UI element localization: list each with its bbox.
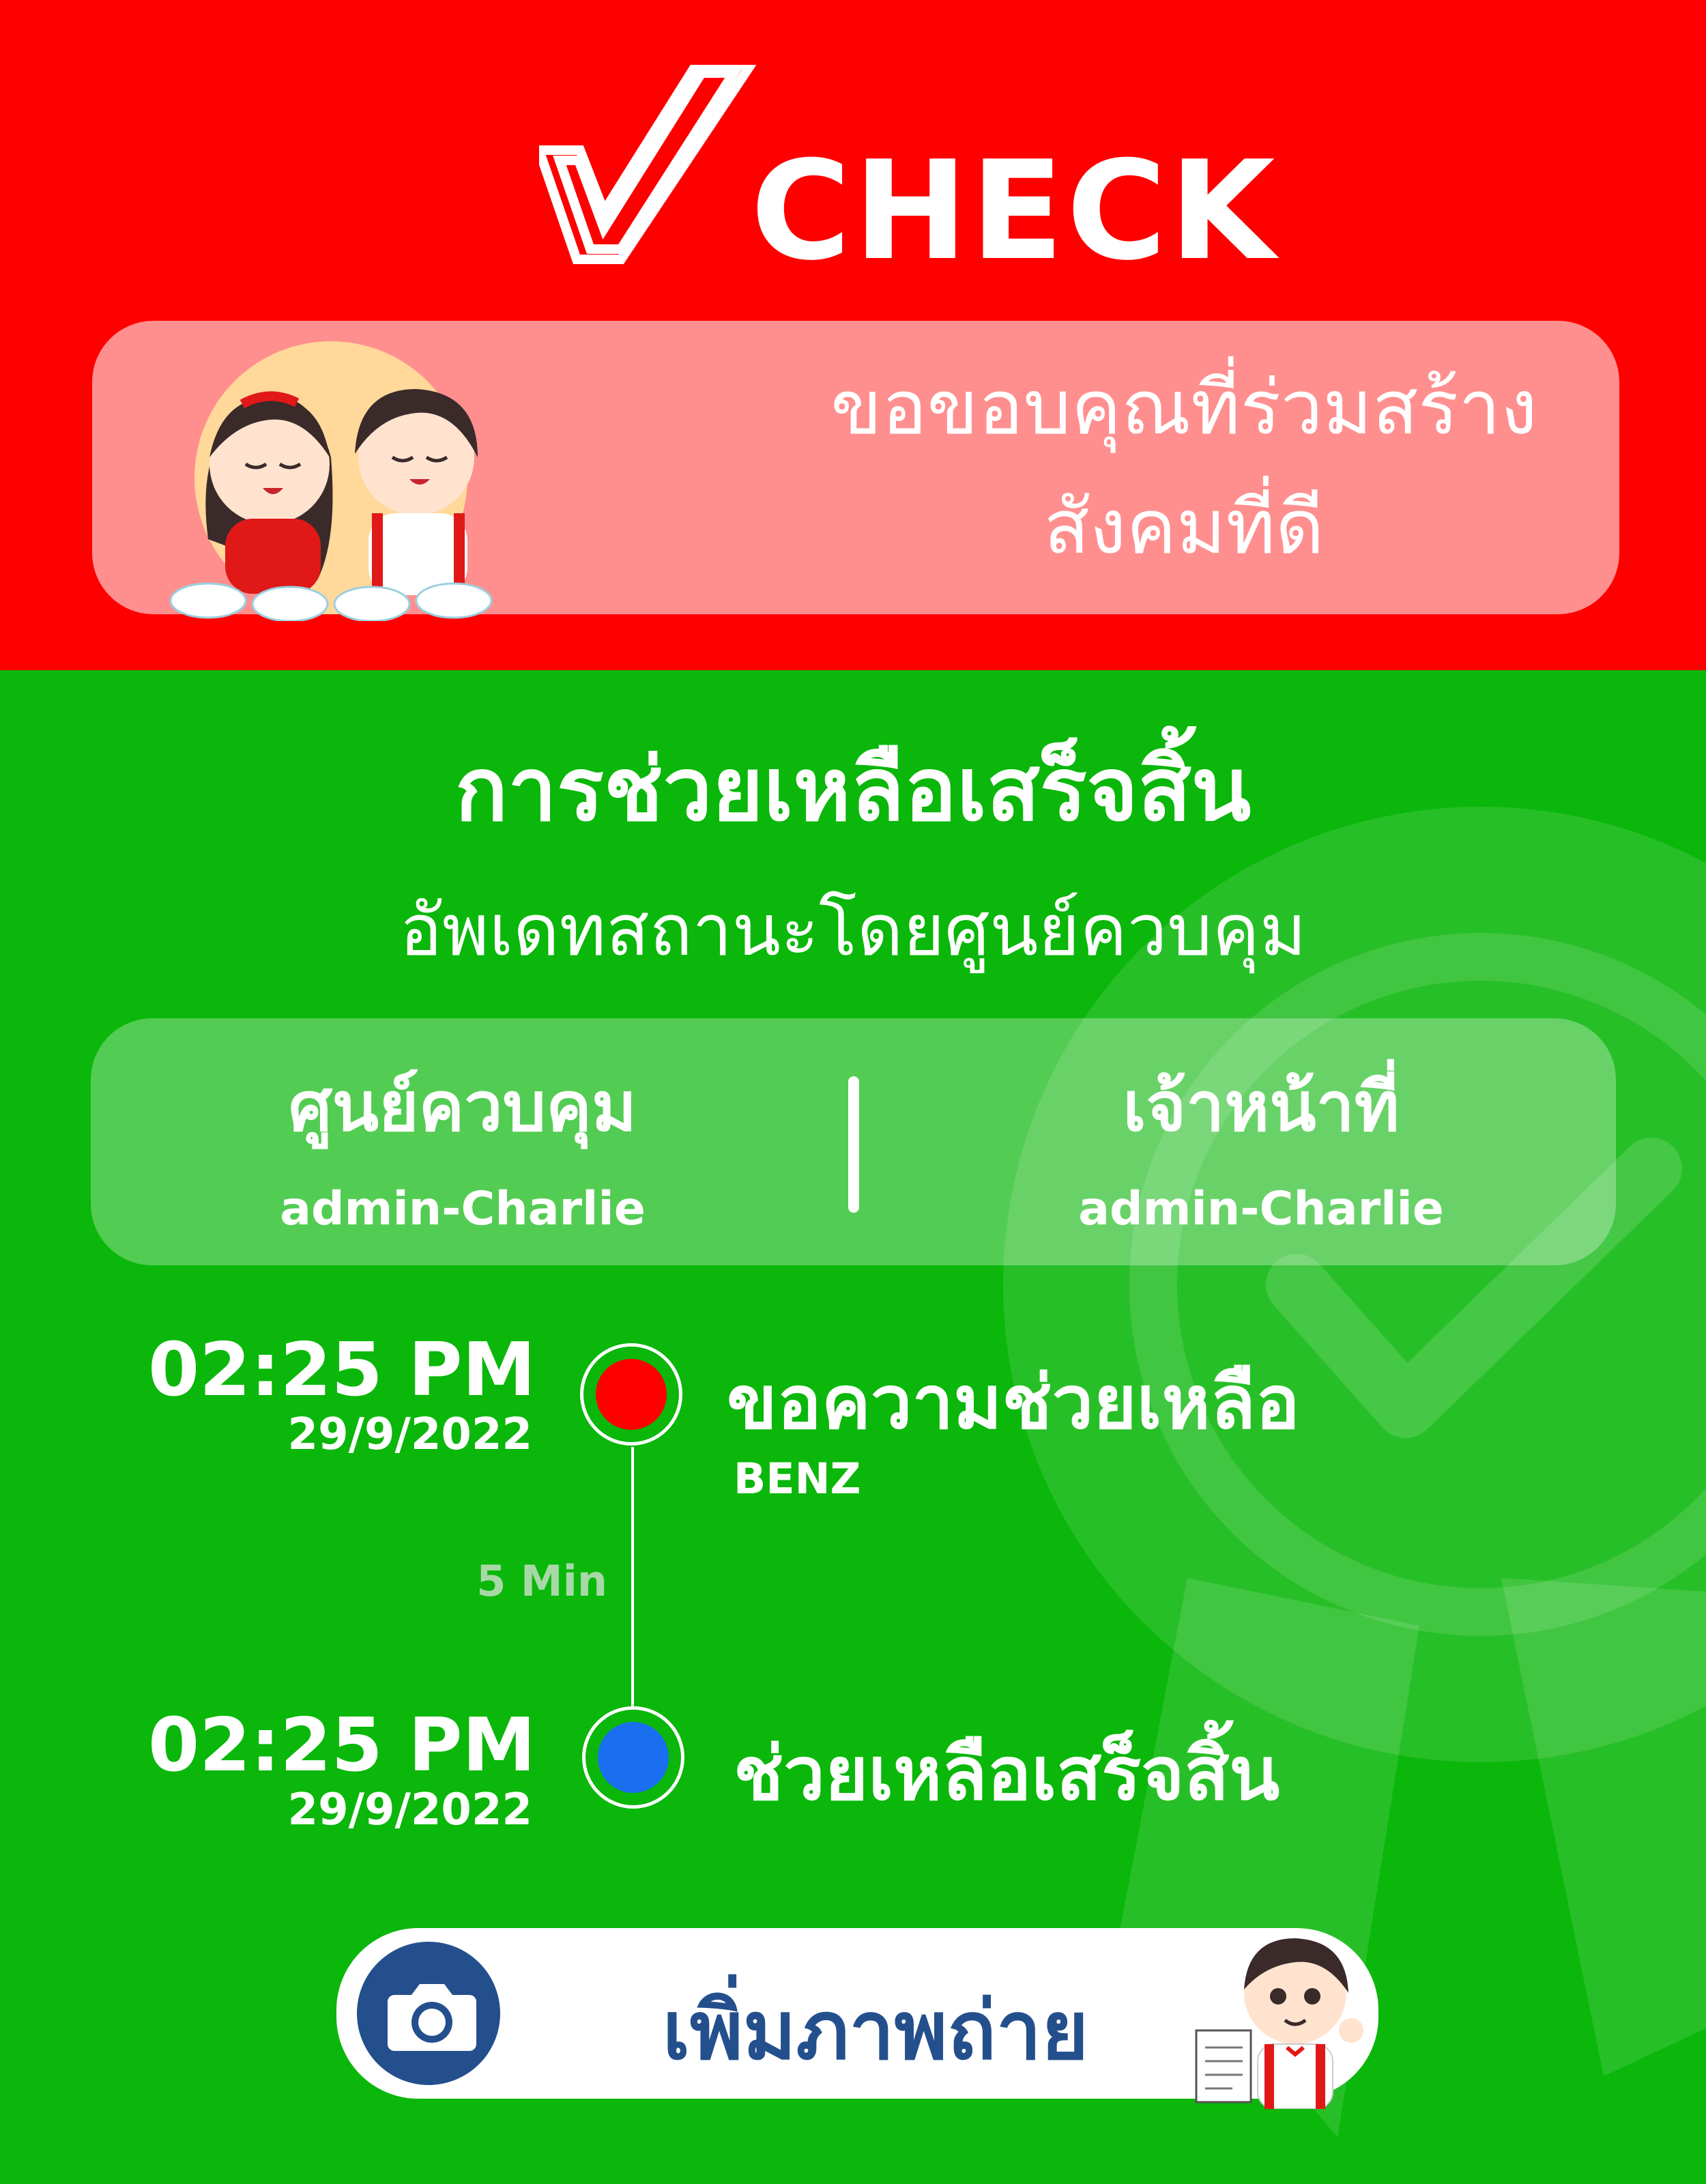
thank-you-couple-illustration: [169, 341, 493, 621]
event-1-label: ขอความช่วยเหลือ: [727, 1360, 1300, 1446]
camera-button-circle[interactable]: [357, 1942, 500, 2085]
event-2-date: 29/9/2022: [287, 1785, 532, 1835]
card-divider: [848, 1076, 859, 1213]
thanks-message: ขอขอบคุณที่ร่วมสร้าง สังคมที่ดี: [652, 348, 1706, 587]
presenter-mascot-illustration: [1195, 1938, 1363, 2109]
control-center-value: admin-Charlie: [280, 1182, 646, 1236]
event-1-time: 02:25 PM: [147, 1327, 536, 1413]
thanks-card: ขอขอบคุณที่ร่วมสร้าง สังคมที่ดี: [92, 321, 1619, 621]
add-photo-button[interactable]: เพิ่มภาพถ่าย: [336, 1928, 1378, 2109]
event-2-time: 02:25 PM: [147, 1703, 536, 1788]
control-center-label: ศูนย์ควบคุม: [289, 1067, 637, 1147]
camera-icon: [388, 1984, 476, 2051]
timeline-connector: [631, 1447, 634, 1706]
thanks-line-2: สังคมที่ดี: [1043, 483, 1325, 571]
add-photo-label: เพิ่มภาพถ่าย: [662, 1983, 1089, 2078]
event-2-marker: [582, 1706, 684, 1809]
officer-label: เจ้าหน้าที่: [1123, 1067, 1400, 1147]
event-1-requester: BENZ: [734, 1454, 861, 1504]
event-1-date: 29/9/2022: [287, 1409, 532, 1460]
header-section: CHECK ขอขอบคุณที่ร่วมสร้าง สังคมที่ดี: [0, 0, 1706, 670]
status-title: การช่วยเหลือเสร็จสิ้น: [454, 739, 1252, 841]
status-subtitle: อัพเดทสถานะโดยศูนย์ควบคุม: [399, 889, 1307, 972]
timeline-duration: 5 Min: [476, 1556, 607, 1606]
brand-logo-text: CHECK: [751, 132, 1278, 291]
officer-value: admin-Charlie: [1078, 1182, 1444, 1236]
assignment-card: ศูนย์ควบคุม admin-Charlie เจ้าหน้าที่ ad…: [91, 1018, 1616, 1265]
event-1-marker: [580, 1343, 682, 1446]
event-2-label: ช่วยเหลือเสร็จสิ้น: [734, 1732, 1280, 1817]
thanks-line-1: ขอขอบคุณที่ร่วมสร้าง: [830, 364, 1537, 451]
